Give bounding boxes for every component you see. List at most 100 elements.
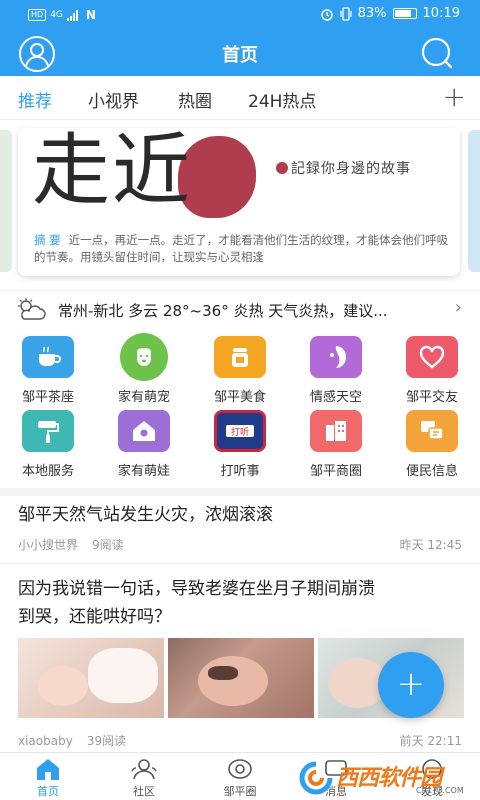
baby-hair (208, 666, 238, 680)
community-icon (131, 759, 157, 780)
weather-text: 常州-新北 多云 28°~36° 炎热 天气炎热，建议... (58, 302, 388, 320)
inquire-badge-icon: 打听 (214, 410, 266, 452)
article-title-line1: 因为我说错一句话，导致老婆在坐月子期间崩溃 (18, 579, 375, 599)
arm-figure (88, 648, 158, 703)
home-baby-icon (118, 410, 170, 452)
nav-label: 社区 (133, 785, 155, 798)
article-meta: 小小搜世界 9阅读 (18, 536, 138, 553)
grid-item-info[interactable]: 便民信息 (384, 410, 480, 479)
grid-item-business[interactable]: 邹平商圈 (288, 410, 384, 479)
grid-label: 情感天空 (309, 390, 362, 405)
grid-item-inquire[interactable]: 打听 打听事 (192, 410, 288, 479)
create-post-button[interactable]: + (378, 652, 444, 718)
banner-carousel[interactable]: 走近 記録你身邊的故事 摘 要近一点，再近一点。走近了，才能看清他们生活的纹理，… (0, 128, 480, 278)
banner-card[interactable]: 走近 記録你身邊的故事 摘 要近一点，再近一点。走近了，才能看清他们生活的纹理，… (18, 128, 460, 276)
hd-indicator: HD (28, 9, 47, 21)
vibrate-icon (340, 6, 352, 21)
nav-circle[interactable]: 邹平圈 (200, 757, 280, 799)
pet-dog-icon (120, 333, 168, 381)
info-chat-icon (406, 410, 458, 452)
article-author: 小小搜世界 (18, 538, 79, 552)
grid-label: 打听事 (220, 464, 260, 479)
grid-item-dating[interactable]: 邹平交友 (384, 336, 480, 405)
article-title: 邹平天然气站发生火灾，浓烟滚滚 (18, 505, 273, 525)
category-tabs: 推荐 小视界 热圈 24H热点 + (0, 76, 480, 120)
grid-item-baby[interactable]: 家有萌娃 (96, 410, 192, 479)
watermark-logo-icon (299, 761, 333, 795)
grid-label: 邹平茶座 (21, 390, 74, 405)
paint-roller-icon (22, 410, 74, 452)
grid-item-emotion[interactable]: 情感天空 (288, 336, 384, 405)
circle-icon (228, 759, 252, 779)
app-header: 首页 (0, 30, 480, 76)
search-button[interactable] (420, 36, 454, 70)
svg-text:打听: 打听 (231, 426, 249, 438)
partly-cloudy-icon (18, 298, 46, 320)
grid-item-tea[interactable]: 邹平茶座 (0, 336, 96, 405)
status-right: 83% 10:19 (320, 6, 460, 21)
status-bar: HD 4G N 83% 10:19 (0, 0, 480, 30)
tab-24h-hot[interactable]: 24H热点 (248, 87, 316, 112)
article-item[interactable]: 邹平天然气站发生火灾，浓烟滚滚 小小搜世界 9阅读 昨天 12:45 (0, 496, 480, 564)
article-title-line2: 到哭，还能哄好吗？ (18, 607, 171, 627)
article-time: 昨天 12:45 (399, 538, 462, 552)
food-jar-icon (214, 336, 266, 378)
nav-home[interactable]: 首页 (8, 757, 88, 799)
article-reads: 39阅读 (86, 734, 127, 748)
seal-dot-icon (276, 162, 288, 174)
tab-recommend[interactable]: 推荐 (18, 87, 52, 112)
grid-label: 家有萌娃 (117, 464, 170, 479)
category-grid: 邹平茶座 家有萌宠 邹平美食 情感天空 邹平交友 本地服务 家有萌娃 打听 打听… (0, 333, 480, 484)
tab-hot-circle[interactable]: 热圈 (178, 87, 212, 112)
tab-small-vision[interactable]: 小视界 (88, 87, 139, 112)
heart-icon (406, 336, 458, 378)
banner-tagline-text: 記録你身邊的故事 (291, 161, 411, 177)
section-divider (0, 488, 480, 496)
nav-label: 首页 (37, 785, 59, 798)
home-icon (37, 759, 59, 780)
grid-label: 邹平美食 (213, 390, 266, 405)
emotion-face-icon (310, 336, 362, 378)
banner-next-peek[interactable] (468, 130, 480, 272)
clock: 10:19 (422, 6, 460, 21)
grid-label: 家有萌宠 (117, 390, 170, 405)
article-photo[interactable] (168, 638, 314, 718)
baby-figure (38, 666, 88, 706)
grid-label: 邹平商圈 (309, 464, 362, 479)
banner-prev-peek[interactable] (0, 130, 12, 272)
chevron-right-icon: › (454, 297, 462, 318)
baby-figure (198, 656, 268, 706)
summary-text: 近一点，再近一点。走近了，才能看清他们生活的纹理，才能体会他们呼吸的节奏。用镜头… (34, 233, 449, 264)
battery-percent: 83% (357, 6, 387, 21)
status-left: HD 4G N (28, 8, 96, 22)
nav-community[interactable]: 社区 (104, 757, 184, 799)
article-photo[interactable] (18, 638, 164, 718)
tea-cup-icon (22, 336, 74, 378)
banner-tagline: 記録你身邊的故事 (276, 158, 411, 178)
banner-calligraphy: 走近 (32, 128, 193, 216)
watermark-url: CR173.COM (416, 786, 464, 795)
article-time: 前天 22:11 (399, 734, 462, 748)
nav-label: 邹平圈 (223, 785, 257, 798)
grid-label: 本地服务 (21, 464, 74, 479)
network-type: 4G (50, 10, 63, 20)
grid-item-service[interactable]: 本地服务 (0, 410, 96, 479)
search-icon (421, 37, 453, 69)
grid-item-pet[interactable]: 家有萌宠 (96, 333, 192, 405)
alarm-icon (320, 8, 333, 21)
article-reads: 9阅读 (92, 538, 124, 552)
site-watermark: 西西软件园 CR173.COM (296, 758, 480, 798)
article-meta: xiaobaby 39阅读 (18, 732, 140, 749)
article-author: xiaobaby (18, 734, 73, 748)
grid-label: 便民信息 (405, 464, 458, 479)
nfc-icon: N (85, 8, 96, 22)
grid-item-food[interactable]: 邹平美食 (192, 336, 288, 405)
grid-label: 邹平交友 (405, 390, 458, 405)
battery-icon (392, 8, 417, 19)
add-tab-button[interactable]: + (443, 80, 466, 113)
summary-label: 摘 要 (34, 233, 61, 247)
weather-bar[interactable]: 常州-新北 多云 28°~36° 炎热 天气炎热，建议... › (0, 290, 480, 328)
page-title: 首页 (222, 45, 258, 66)
banner-summary: 摘 要近一点，再近一点。走近了，才能看清他们生活的纹理，才能体会他们呼吸的节奏。… (34, 232, 452, 272)
building-icon (310, 410, 362, 452)
